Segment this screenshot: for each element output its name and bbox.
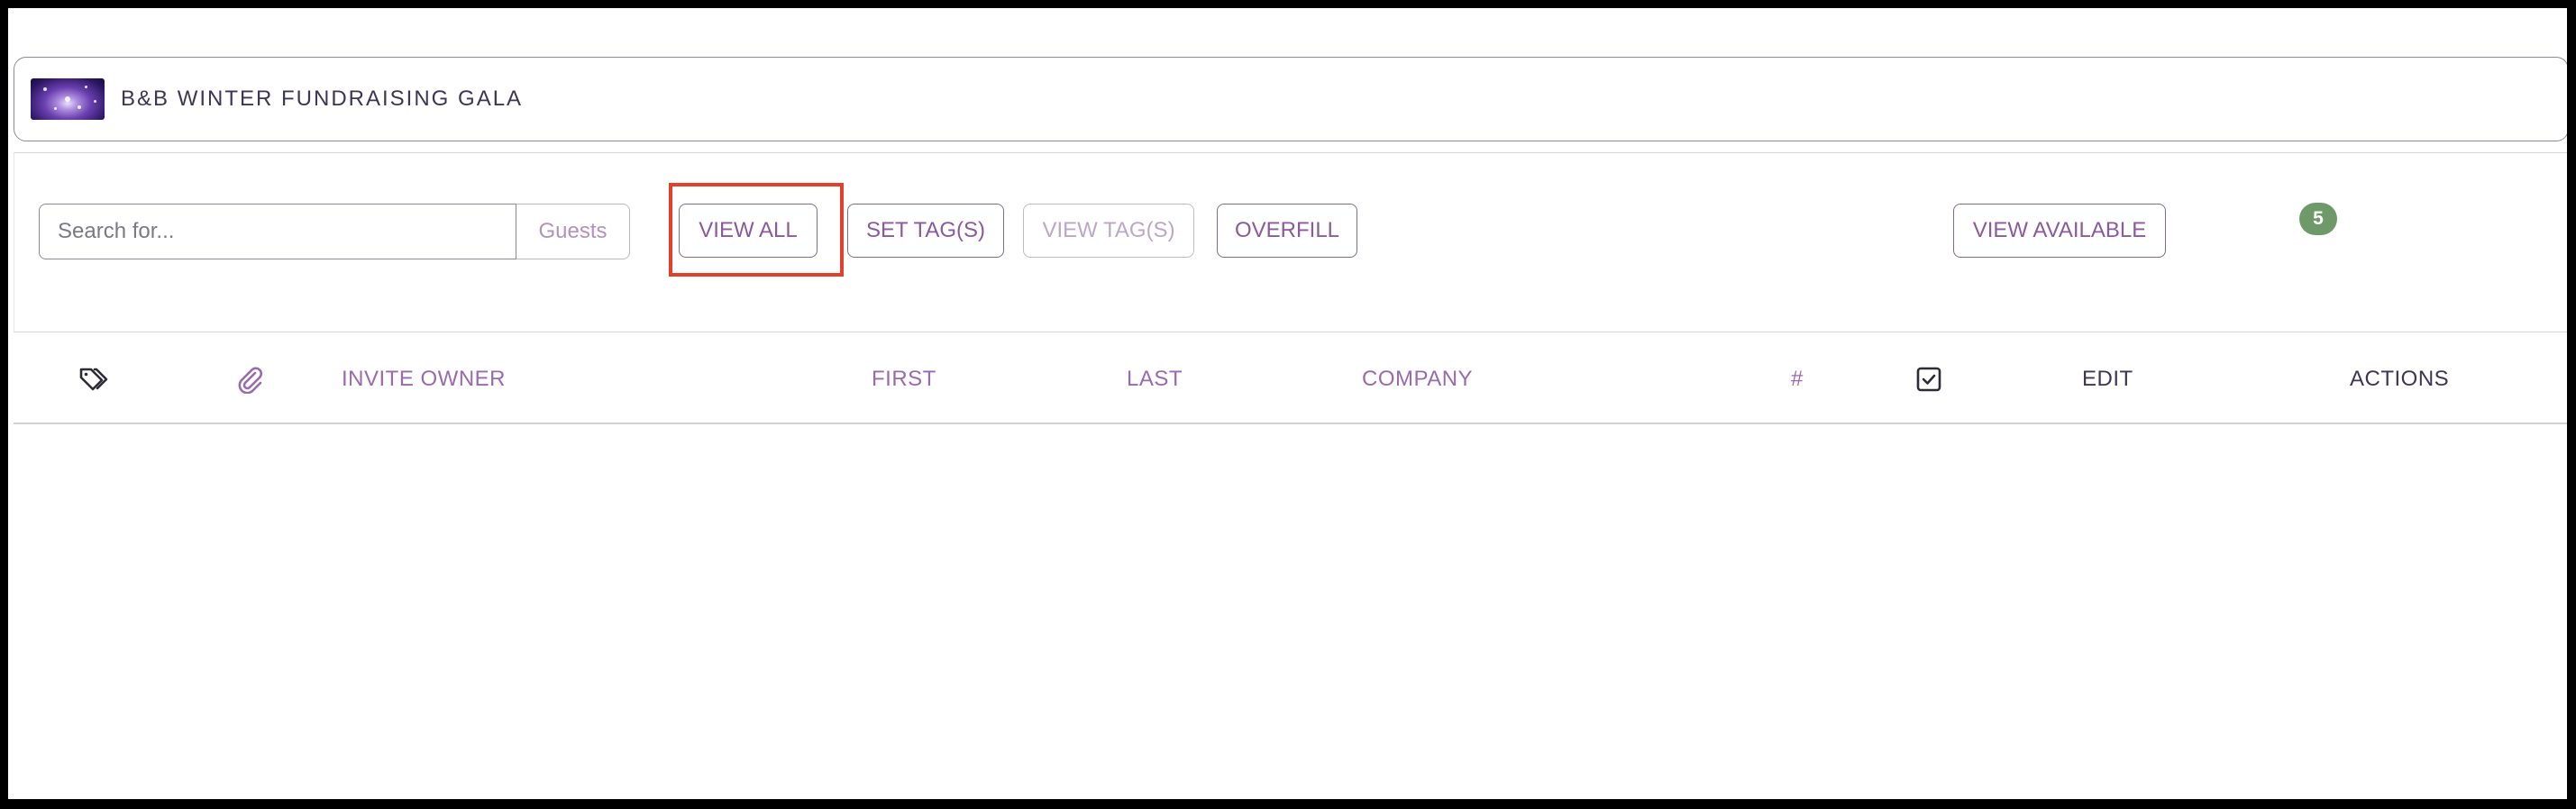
set-tags-button[interactable]: SET TAG(S) [847,204,1004,258]
column-invite-owner[interactable]: INVITE OWNER [342,334,506,424]
event-title: B&B WINTER FUNDRAISING GALA [121,86,524,111]
column-first[interactable]: FIRST [872,334,936,424]
view-tags-button[interactable]: VIEW TAG(S) [1023,204,1194,258]
search-scope-label: Guests [516,204,630,259]
table-header: INVITE OWNER FIRST LAST COMPANY # EDIT A… [14,334,2567,424]
column-edit: EDIT [2082,367,2133,391]
tag-icon [79,368,108,391]
event-image-icon [31,78,105,120]
table-body [14,426,2567,795]
view-all-button[interactable]: VIEW ALL [679,204,818,258]
column-last[interactable]: LAST [1127,334,1183,424]
overfill-button[interactable]: OVERFILL [1217,204,1357,258]
paperclip-icon [238,367,262,394]
checkbox-checked-icon [1916,367,1941,392]
toolbar: Guests VIEW ALL SET TAG(S) VIEW TAG(S) O… [14,152,2567,332]
column-actions: ACTIONS [2350,367,2450,391]
available-count-badge: 5 [2299,203,2337,235]
column-tags[interactable] [78,334,109,424]
search-input[interactable] [39,204,516,259]
app-frame: B&B WINTER FUNDRAISING GALA Guests VIEW … [8,8,2567,799]
column-attachments[interactable] [235,334,264,424]
search-group: Guests [39,204,630,259]
column-company[interactable]: COMPANY [1362,334,1473,424]
view-available-button[interactable]: VIEW AVAILABLE [1953,204,2166,258]
column-number[interactable]: # [1791,334,1804,424]
event-header: B&B WINTER FUNDRAISING GALA [14,57,2567,141]
column-checked[interactable] [1915,334,1942,424]
